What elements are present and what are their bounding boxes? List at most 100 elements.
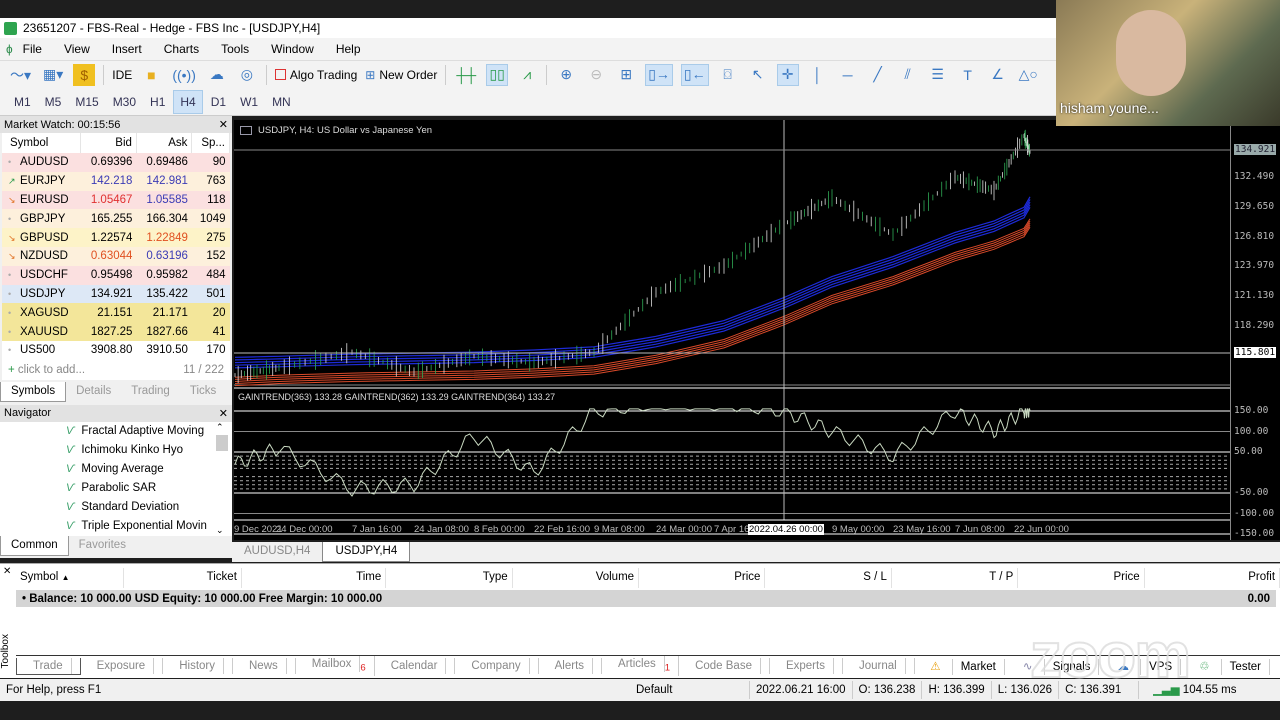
market-watch-row[interactable]: • USDCHF 0.95498 0.95982 484 [2,265,230,285]
market-watch-row[interactable]: • USDJPY 134.921 135.422 501 [2,284,230,304]
col-symbol[interactable]: Symbol [2,133,82,153]
tf-m1[interactable]: M1 [8,91,37,113]
globe-add-icon[interactable]: ◎ [236,64,258,86]
dollar-icon[interactable]: $ [73,63,96,86]
close-icon[interactable]: ✕ [219,407,228,420]
chart-tab-usdjpy[interactable]: USDJPY,H4 [322,542,411,562]
text-icon[interactable]: T [957,64,979,86]
cursor-icon[interactable]: ↖ [747,64,769,86]
navigator-scrollbar[interactable]: ⌃ ⌄ [216,422,228,536]
candlestick-icon[interactable]: ▯▯ [486,63,509,86]
navigator-item[interactable]: Ѵ Moving Average [0,459,232,479]
toolbox-tab[interactable]: Alerts [539,658,603,674]
tab-details[interactable]: Details [66,382,121,402]
market-watch-row[interactable]: • US500 3908.80 3910.50 170 [2,340,230,360]
tf-h4[interactable]: H4 [173,89,203,114]
horizontal-line-icon[interactable]: ─ [837,64,859,86]
trade-col-header[interactable]: Price [1018,568,1145,588]
chart-area[interactable]: USDJPY, H4: US Dollar vs Japanese Yen GA… [234,120,1230,540]
trade-col-header[interactable]: Time [242,568,387,588]
bar-chart-icon[interactable]: ┼┼ [454,64,478,86]
menu-charts[interactable]: Charts [164,42,199,56]
scroll-thumb[interactable] [216,434,228,451]
tab-ticks[interactable]: Ticks [180,382,226,402]
market-watch-row[interactable]: • XAGUSD 21.151 21.171 20 [2,303,230,323]
toolbox-tab[interactable]: Articles 1 [602,656,680,676]
tile-windows-icon[interactable]: ⊞ [615,64,637,86]
tf-m15[interactable]: M15 [69,91,104,113]
navigator-item[interactable]: Ѵ Ichimoku Kinko Hyo [0,440,232,460]
algo-trading-button[interactable]: Algo Trading [274,68,357,82]
tab-favorites[interactable]: Favorites [69,536,136,556]
toolbox-tab[interactable]: Trade [16,657,81,675]
close-icon[interactable]: ✕ [3,566,11,577]
angle-icon[interactable]: ∠ [987,64,1009,86]
toolbox-tab[interactable]: Company [455,658,539,674]
trade-col-header[interactable]: Type [386,568,513,588]
menu-insert[interactable]: Insert [112,42,142,56]
channel-icon[interactable]: ⫽ [897,64,919,86]
trade-col-header[interactable]: Ticket [124,568,242,588]
market-watch-row[interactable]: • GBPJPY 165.255 166.304 1049 [2,209,230,229]
chart-canvas[interactable] [234,120,1230,540]
line-chart-icon[interactable]: 〜▾ [8,64,33,86]
tf-w1[interactable]: W1 [234,91,264,113]
vps-cloud-icon[interactable]: ☁ [206,64,228,86]
market-watch-row[interactable]: • XAUUSD 1827.25 1827.66 41 [2,322,230,341]
auto-scroll-icon[interactable]: ▯→ [645,63,673,86]
col-spread[interactable]: Sp... [191,133,230,153]
navigator-item[interactable]: Ѵ Parabolic SAR [0,478,232,498]
navigator-item[interactable]: Ѵ Fractal Adaptive Moving [0,421,232,441]
trade-col-header[interactable]: Symbol ▲ [16,568,125,588]
menu-file[interactable]: File [23,42,42,56]
shapes-icon[interactable]: △○ [1017,64,1040,86]
navigator-item[interactable]: Ѵ Standard Deviation [0,497,232,517]
zoom-out-icon[interactable]: ⊖ [585,64,607,86]
trade-col-header[interactable]: S / L [765,568,892,588]
tab-trading[interactable]: Trading [121,382,180,402]
market-watch-row[interactable]: ↘ EURUSD 1.05467 1.05585 118 [2,190,230,210]
tf-m5[interactable]: M5 [39,91,68,113]
screenshot-icon[interactable]: ⌼ [717,64,739,86]
market-bag-icon[interactable]: ■ [140,64,162,86]
price-axis[interactable]: 132.490 129.650 126.810 123.970 121.130 118.2… [1230,120,1280,540]
toolbox-tab[interactable]: History [163,658,233,674]
menu-view[interactable]: View [64,42,90,56]
add-symbol-row[interactable]: + click to add... 11 / 222 [2,359,230,380]
line-chart-type-icon[interactable]: ⩘ [516,64,538,86]
toolbox-tab[interactable]: Mailbox 6 [296,656,375,676]
col-ask[interactable]: Ask [136,133,193,153]
fibonacci-icon[interactable]: ☰ [927,64,949,86]
trade-col-header[interactable]: Profit [1145,568,1280,588]
vertical-line-icon[interactable]: │ [807,64,829,86]
market-watch-row[interactable]: ↘ GBPUSD 1.22574 1.22849 275 [2,228,230,247]
tab-common[interactable]: Common [0,535,69,556]
toolbox-tab[interactable]: Exposure [81,658,164,674]
new-order-button[interactable]: ⊞ New Order [365,68,437,82]
chart-shift-icon[interactable]: ▯← [680,63,709,86]
trade-col-header[interactable]: T / P [892,568,1019,588]
toolbox-tab[interactable]: Code Base [679,658,770,674]
scroll-up-icon[interactable]: ⌃ [216,422,228,433]
navigator-item[interactable]: Ѵ Triple Exponential Movin [0,516,232,536]
menu-tools[interactable]: Tools [221,42,249,56]
chart-template-icon[interactable]: ▦▾ [41,64,65,86]
tf-m30[interactable]: M30 [107,91,142,113]
close-icon[interactable]: ✕ [219,118,228,131]
status-profile[interactable]: Default [630,681,750,699]
tab-symbols[interactable]: Symbols [0,381,67,402]
menu-help[interactable]: Help [336,42,361,56]
trade-col-header[interactable]: Price [639,568,766,588]
toolbox-tab[interactable]: News [233,658,296,674]
zoom-in-icon[interactable]: ⊕ [555,64,577,86]
crosshair-icon[interactable]: ✛ [776,63,799,86]
toolbox-tab[interactable]: Journal [843,658,915,674]
ide-button[interactable]: IDE [112,68,132,82]
tf-d1[interactable]: D1 [205,91,232,113]
scroll-down-icon[interactable]: ⌄ [216,525,224,536]
trade-col-header[interactable]: Volume [513,568,640,588]
tf-h1[interactable]: H1 [144,91,171,113]
market-watch-row[interactable]: ↗ EURJPY 142.218 142.981 763 [2,171,230,191]
chart-tab-audusd[interactable]: AUDUSD,H4 [232,542,322,562]
market-watch-row[interactable]: • AUDUSD 0.69396 0.69486 90 [2,153,230,172]
